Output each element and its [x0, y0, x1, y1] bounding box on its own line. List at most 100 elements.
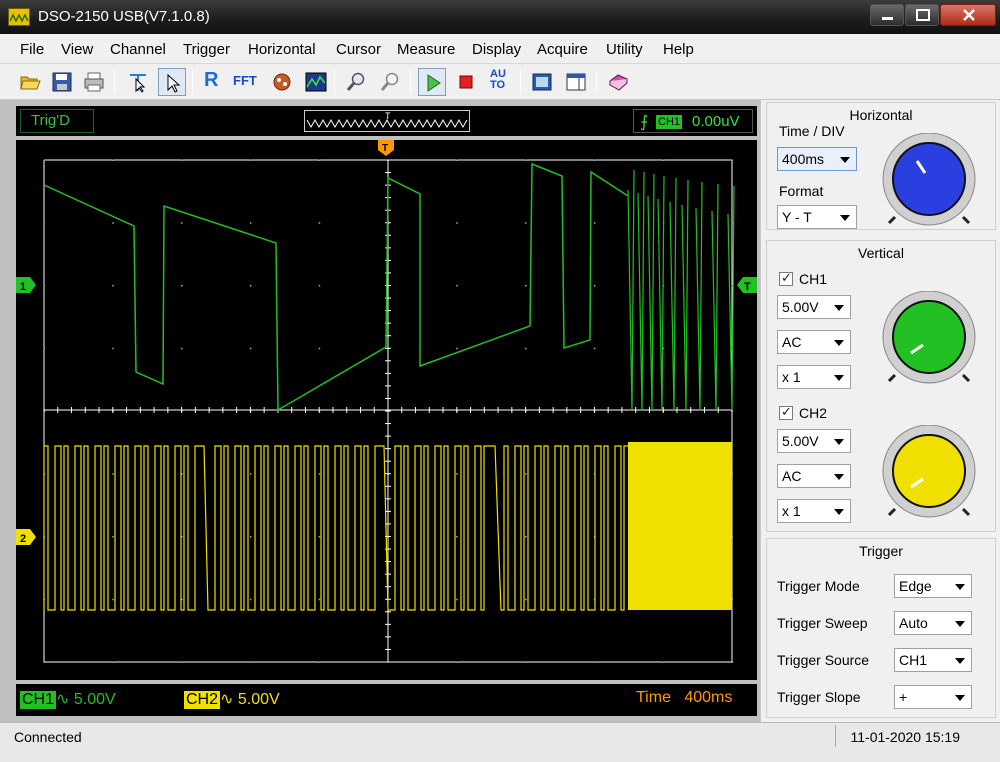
- chevron-down-icon: [834, 509, 844, 515]
- ch1-coupling-select[interactable]: AC: [777, 330, 851, 354]
- fft-icon[interactable]: FFT: [232, 68, 260, 96]
- svg-text:1: 1: [20, 281, 26, 293]
- trigger-state: Trig'D: [20, 109, 94, 133]
- time-base-knob[interactable]: [881, 133, 977, 229]
- ch2-volts-select[interactable]: 5.00V: [777, 429, 851, 453]
- ch2-probe-select[interactable]: x 1: [777, 499, 851, 523]
- menu-cursor[interactable]: Cursor: [336, 41, 381, 58]
- save-icon[interactable]: [48, 68, 76, 96]
- toolbar: R FFT AU TO: [0, 64, 1000, 100]
- ch2-info: CH2 ∿ 5.00V: [184, 689, 280, 709]
- menu-view[interactable]: View: [61, 41, 93, 58]
- trigger-slope-label: Trigger Slope: [777, 689, 861, 705]
- window-icon[interactable]: [562, 68, 590, 96]
- open-icon[interactable]: [16, 68, 44, 96]
- menu-file[interactable]: File: [20, 41, 44, 58]
- menu-trigger[interactable]: Trigger: [183, 41, 230, 58]
- status-datetime: 11-01-2020 15:19: [850, 729, 961, 745]
- trigger-level: 0.00uV: [692, 113, 740, 130]
- trigger-info: ⨍ CH1 0.00uV: [633, 109, 753, 133]
- menu-utility[interactable]: Utility: [606, 41, 643, 58]
- trigger-channel-badge: CH1: [656, 115, 683, 129]
- maximize-button[interactable]: [905, 4, 939, 26]
- vertical-group: Vertical CH1 5.00V AC x 1 CH2 5.00V AC x…: [766, 240, 996, 532]
- ch2-volts-knob[interactable]: [881, 425, 977, 521]
- menu-help[interactable]: Help: [663, 41, 694, 58]
- stop-icon[interactable]: [452, 68, 480, 96]
- chevron-down-icon: [834, 474, 844, 480]
- channel-info-strip: CH1 ∿ 5.00V CH2 ∿ 5.00V Time 400ms: [16, 684, 757, 716]
- persistence-icon[interactable]: [302, 68, 330, 96]
- close-button[interactable]: [940, 4, 996, 26]
- zoom-in-icon[interactable]: [342, 68, 370, 96]
- svg-text:T: T: [382, 143, 388, 154]
- trigger-level-marker: T: [737, 277, 757, 293]
- ac-coupling-icon: ∿: [56, 691, 70, 708]
- ch1-probe-select[interactable]: x 1: [777, 365, 851, 389]
- waveform-display[interactable]: T 1 2 T: [16, 140, 757, 680]
- trigger-sweep-select[interactable]: Auto: [894, 611, 972, 635]
- trigger-sweep-label: Trigger Sweep: [777, 615, 868, 631]
- chevron-down-icon: [834, 305, 844, 311]
- menu-display[interactable]: Display: [472, 41, 521, 58]
- trigger-slope-select[interactable]: +: [894, 685, 972, 709]
- status-bar: Connected 11-01-2020 15:19: [0, 722, 1000, 762]
- menu-bar: File View Channel Trigger Horizontal Cur…: [0, 34, 1000, 64]
- trigger-source-select[interactable]: CH1: [894, 648, 972, 672]
- toolbar-separator: [410, 70, 411, 94]
- chevron-down-icon: [834, 375, 844, 381]
- ch1-marker: 1: [16, 277, 36, 293]
- menu-acquire[interactable]: Acquire: [537, 41, 588, 58]
- ch1-info: CH1 ∿ 5.00V: [20, 689, 116, 709]
- toolbar-separator: [114, 70, 115, 94]
- toolbar-separator: [596, 70, 597, 94]
- trigger-preview-window[interactable]: T: [304, 110, 470, 132]
- ch2-checkbox[interactable]: [779, 404, 793, 420]
- book-icon[interactable]: [604, 68, 632, 96]
- menu-channel[interactable]: Channel: [110, 41, 166, 58]
- trigger-group: Trigger Trigger Mode Edge Trigger Sweep …: [766, 538, 996, 718]
- title-bar: DSO-2150 USB(V7.1.0.8): [0, 0, 1000, 34]
- trigger-title: Trigger: [859, 543, 903, 559]
- menu-measure[interactable]: Measure: [397, 41, 455, 58]
- chevron-down-icon: [955, 584, 965, 590]
- ac-coupling-icon: ∿: [220, 691, 234, 708]
- window-title: DSO-2150 USB(V7.1.0.8): [38, 8, 210, 25]
- time-info: Time 400ms: [636, 689, 732, 707]
- svg-text:T: T: [744, 281, 751, 293]
- toolbar-separator: [520, 70, 521, 94]
- run-icon[interactable]: [418, 68, 446, 96]
- auto-icon[interactable]: AU TO: [486, 68, 514, 96]
- format-select[interactable]: Y - T: [777, 205, 857, 229]
- ch1-checkbox[interactable]: [779, 270, 793, 286]
- zoom-out-icon[interactable]: [376, 68, 404, 96]
- math-icon[interactable]: [268, 68, 296, 96]
- ch1-badge: CH1: [20, 691, 57, 709]
- reference-icon[interactable]: R: [200, 68, 228, 96]
- trigger-source-label: Trigger Source: [777, 652, 870, 668]
- time-div-select[interactable]: 400ms: [777, 147, 857, 171]
- fit-screen-icon[interactable]: [528, 68, 556, 96]
- ch1-volts-select[interactable]: 5.00V: [777, 295, 851, 319]
- menu-horizontal[interactable]: Horizontal: [248, 41, 316, 58]
- vertical-title: Vertical: [858, 245, 904, 261]
- chevron-down-icon: [955, 658, 965, 664]
- trigger-preview-marker: T: [385, 111, 391, 121]
- ch2-badge: CH2: [184, 691, 221, 709]
- trigger-status-strip: Trig'D T ⨍ CH1 0.00uV: [16, 106, 757, 136]
- cursor-select-icon[interactable]: [124, 68, 152, 96]
- ch2-volts: 5.00V: [237, 691, 280, 708]
- print-icon[interactable]: [80, 68, 108, 96]
- chevron-down-icon: [840, 215, 850, 221]
- chevron-down-icon: [955, 621, 965, 627]
- chevron-down-icon: [955, 695, 965, 701]
- toolbar-separator: [334, 70, 335, 94]
- time-div-label: Time / DIV: [779, 123, 845, 139]
- trigger-mode-select[interactable]: Edge: [894, 574, 972, 598]
- minimize-button[interactable]: [870, 4, 904, 26]
- pointer-icon[interactable]: [158, 68, 186, 96]
- ch1-volts: 5.00V: [73, 691, 116, 708]
- horizontal-group: Horizontal Time / DIV 400ms Format Y - T: [766, 102, 996, 230]
- ch2-coupling-select[interactable]: AC: [777, 464, 851, 488]
- ch1-volts-knob[interactable]: [881, 291, 977, 387]
